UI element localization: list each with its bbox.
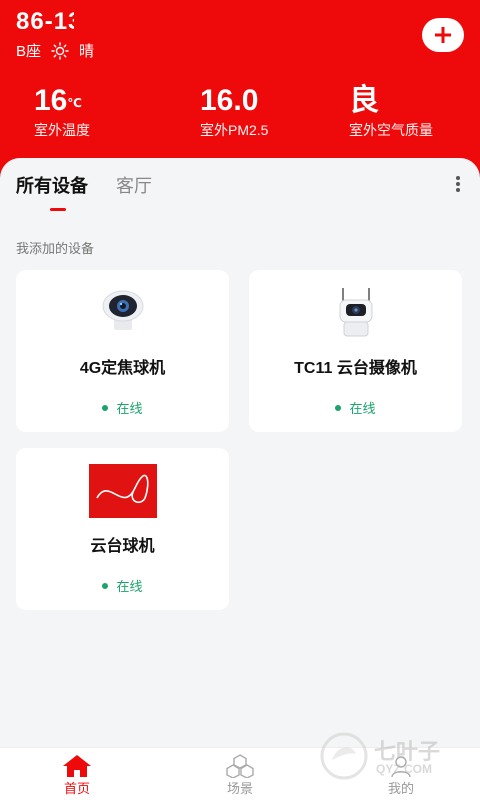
pm25-label: 室外PM2.5 [200,122,269,138]
online-dot-icon [102,582,109,589]
location-row: B座 晴 [16,40,94,61]
device-name: TC11 云台摄像机 [294,360,417,377]
tab-all-devices[interactable]: 所有设备 [16,172,88,198]
device-card-4g-camera[interactable]: 4G定焦球机 在线 [16,270,229,432]
dome-camera-icon [98,286,148,341]
location-label: B座 [16,43,42,60]
status-text: 在线 [349,401,376,416]
air-quality-value: 良 [349,84,379,117]
status-text: 在线 [116,401,143,416]
scenes-icon [200,752,280,778]
ptz-camera-icon [331,286,381,345]
sun-icon [51,41,69,60]
status-text: 在线 [116,579,143,594]
watermark: 七叶子 QYZ.COM [318,730,468,790]
air-quality-label: 室外空气质量 [349,122,433,138]
tab-indicator [50,208,66,211]
device-card-ptz-dome[interactable]: 云台球机 在线 [16,448,229,610]
stat-pm25: 16.0 室外PM2.5 [200,84,268,140]
redaction-mask [74,4,200,40]
watermark-leaf-icon [320,732,368,780]
stat-air-quality: 良 室外空气质量 [349,84,433,140]
add-device-button[interactable] [422,18,464,52]
section-title: 我添加的设备 [16,241,95,256]
nav-scenes-label: 场景 [226,781,253,796]
nav-scenes[interactable]: 场景 [200,752,280,797]
temperature-label: 室外温度 [34,122,90,138]
device-name: 4G定焦球机 [79,360,166,377]
online-dot-icon [335,404,342,411]
app-screen: 86-13……91 ▾ B座 晴 [0,0,480,800]
pm25-value: 16.0 [200,84,259,117]
home-icon [37,752,117,778]
tab-living-room[interactable]: 客厅 [116,172,152,198]
stat-temperature: 16 ℃ 室外温度 [34,84,90,140]
temperature-value: 16 [34,84,68,117]
watermark-sub: QYZ.COM [376,762,432,776]
brand-logo-icon [88,464,157,523]
device-status: 在线 [249,398,462,417]
room-tabs: 所有设备 客厅 [16,172,152,198]
device-status: 在线 [16,398,229,417]
device-name: 云台球机 [90,538,155,555]
header: 86-13……91 ▾ B座 晴 [0,0,480,180]
plus-icon [435,27,451,43]
nav-home-label: 首页 [63,781,90,796]
device-status: 在线 [16,576,229,595]
device-card-tc11[interactable]: TC11 云台摄像机 在线 [249,270,462,432]
weather-label: 晴 [79,43,95,60]
nav-home[interactable]: 首页 [37,752,117,797]
temperature-unit: ℃ [67,96,82,110]
online-dot-icon [102,404,109,411]
more-options-icon[interactable] [450,174,466,198]
device-panel: 所有设备 客厅 我添加的设备 4G定焦球机 在线 TC11 云台摄像机 在线 云… [0,158,480,748]
